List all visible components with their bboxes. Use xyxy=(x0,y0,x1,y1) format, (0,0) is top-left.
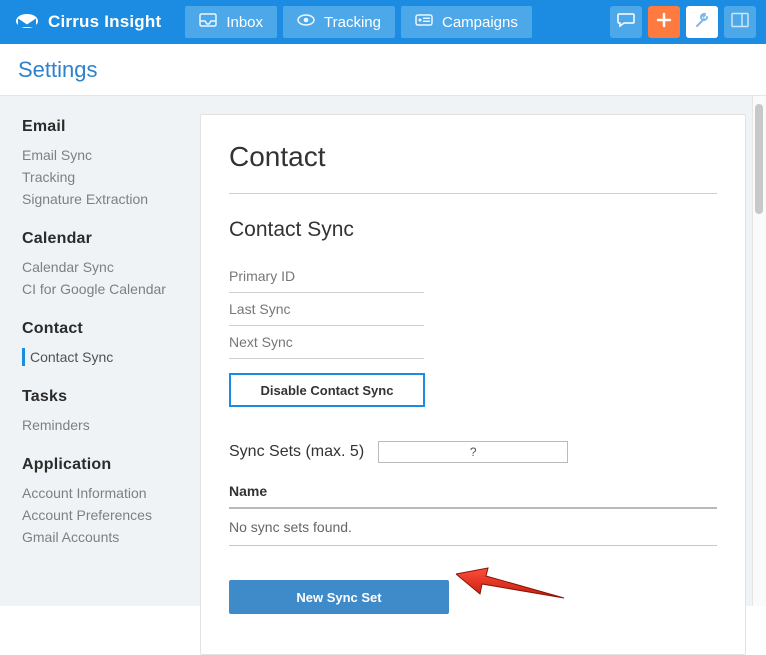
sidebar-item-tracking[interactable]: Tracking xyxy=(22,166,192,188)
sidebar-group-calendar: Calendar Calendar Sync CI for Google Cal… xyxy=(22,230,192,300)
row-next-sync: Next Sync xyxy=(229,326,424,359)
disable-contact-sync-button[interactable]: Disable Contact Sync xyxy=(229,373,425,407)
nav-campaigns-label: Campaigns xyxy=(442,14,518,31)
sidebar-group-email: Email Email Sync Tracking Signature Extr… xyxy=(22,118,192,210)
sidebar-item-calendar-sync[interactable]: Calendar Sync xyxy=(22,256,192,278)
brand: Cirrus Insight xyxy=(0,10,175,35)
brand-name: Cirrus Insight xyxy=(48,12,161,32)
sync-sets-empty-row: No sync sets found. xyxy=(229,509,717,546)
sidebar-item-gmail-accounts[interactable]: Gmail Accounts xyxy=(22,526,192,548)
card-title: Contact xyxy=(229,141,717,173)
sidebar-item-reminders[interactable]: Reminders xyxy=(22,414,192,436)
sidebar-group-tasks: Tasks Reminders xyxy=(22,388,192,436)
panel-toggle-button[interactable] xyxy=(724,6,756,38)
sync-sets-header: Sync Sets (max. 5) ? xyxy=(229,441,717,463)
content-area: Contact Contact Sync Primary ID Last Syn… xyxy=(200,96,766,606)
settings-sidebar: Email Email Sync Tracking Signature Extr… xyxy=(0,96,200,606)
section-contact-sync: Contact Sync xyxy=(229,218,717,242)
sidebar-head-calendar[interactable]: Calendar xyxy=(22,230,192,248)
settings-card: Contact Contact Sync Primary ID Last Syn… xyxy=(200,114,746,655)
sidebar-item-ci-google-calendar[interactable]: CI for Google Calendar xyxy=(22,278,192,300)
settings-button[interactable] xyxy=(686,6,718,38)
sidebar-item-signature-extraction[interactable]: Signature Extraction xyxy=(22,188,192,210)
scrollbar-track[interactable] xyxy=(752,96,766,606)
sync-sets-table-head: Name xyxy=(229,475,717,509)
nav-tracking[interactable]: Tracking xyxy=(283,6,395,38)
chat-icon xyxy=(617,12,635,33)
sidebar-head-contact[interactable]: Contact xyxy=(22,320,192,338)
sidebar-group-contact: Contact Contact Sync xyxy=(22,320,192,368)
row-last-sync: Last Sync xyxy=(229,293,424,326)
sidebar-item-contact-sync[interactable]: Contact Sync xyxy=(22,346,192,368)
new-sync-set-button[interactable]: New Sync Set xyxy=(229,580,449,614)
page-layout: Email Email Sync Tracking Signature Extr… xyxy=(0,96,766,606)
plus-icon xyxy=(655,11,673,34)
nav-items: Inbox Tracking Campaigns xyxy=(185,6,532,38)
campaigns-icon xyxy=(415,13,433,31)
sidebar-item-account-preferences[interactable]: Account Preferences xyxy=(22,504,192,526)
nav-inbox[interactable]: Inbox xyxy=(185,6,277,38)
divider xyxy=(229,193,717,194)
sidebar-head-email[interactable]: Email xyxy=(22,118,192,136)
sidebar-item-account-information[interactable]: Account Information xyxy=(22,482,192,504)
add-button[interactable] xyxy=(648,6,680,38)
row-primary-id: Primary ID xyxy=(229,260,424,293)
tracking-icon xyxy=(297,13,315,31)
nav-campaigns[interactable]: Campaigns xyxy=(401,6,532,38)
sync-sets-label: Sync Sets (max. 5) xyxy=(229,443,364,461)
sync-sets-help-button[interactable]: ? xyxy=(378,441,568,463)
sidebar-head-application[interactable]: Application xyxy=(22,456,192,474)
scrollbar-thumb[interactable] xyxy=(755,104,763,214)
sidebar-group-application: Application Account Information Account … xyxy=(22,456,192,548)
chat-button[interactable] xyxy=(610,6,642,38)
sidebar-item-email-sync[interactable]: Email Sync xyxy=(22,144,192,166)
panel-icon xyxy=(731,12,749,33)
nav-tracking-label: Tracking xyxy=(324,14,381,31)
page-header: Settings xyxy=(0,44,766,96)
sidebar-head-tasks[interactable]: Tasks xyxy=(22,388,192,406)
wrench-icon xyxy=(693,11,711,34)
page-title: Settings xyxy=(18,57,98,83)
brand-logo-icon xyxy=(14,10,40,35)
nav-inbox-label: Inbox xyxy=(226,14,263,31)
inbox-icon xyxy=(199,13,217,31)
top-nav: Cirrus Insight Inbox Tracking Campaigns xyxy=(0,0,766,44)
topbar-actions xyxy=(610,6,766,38)
